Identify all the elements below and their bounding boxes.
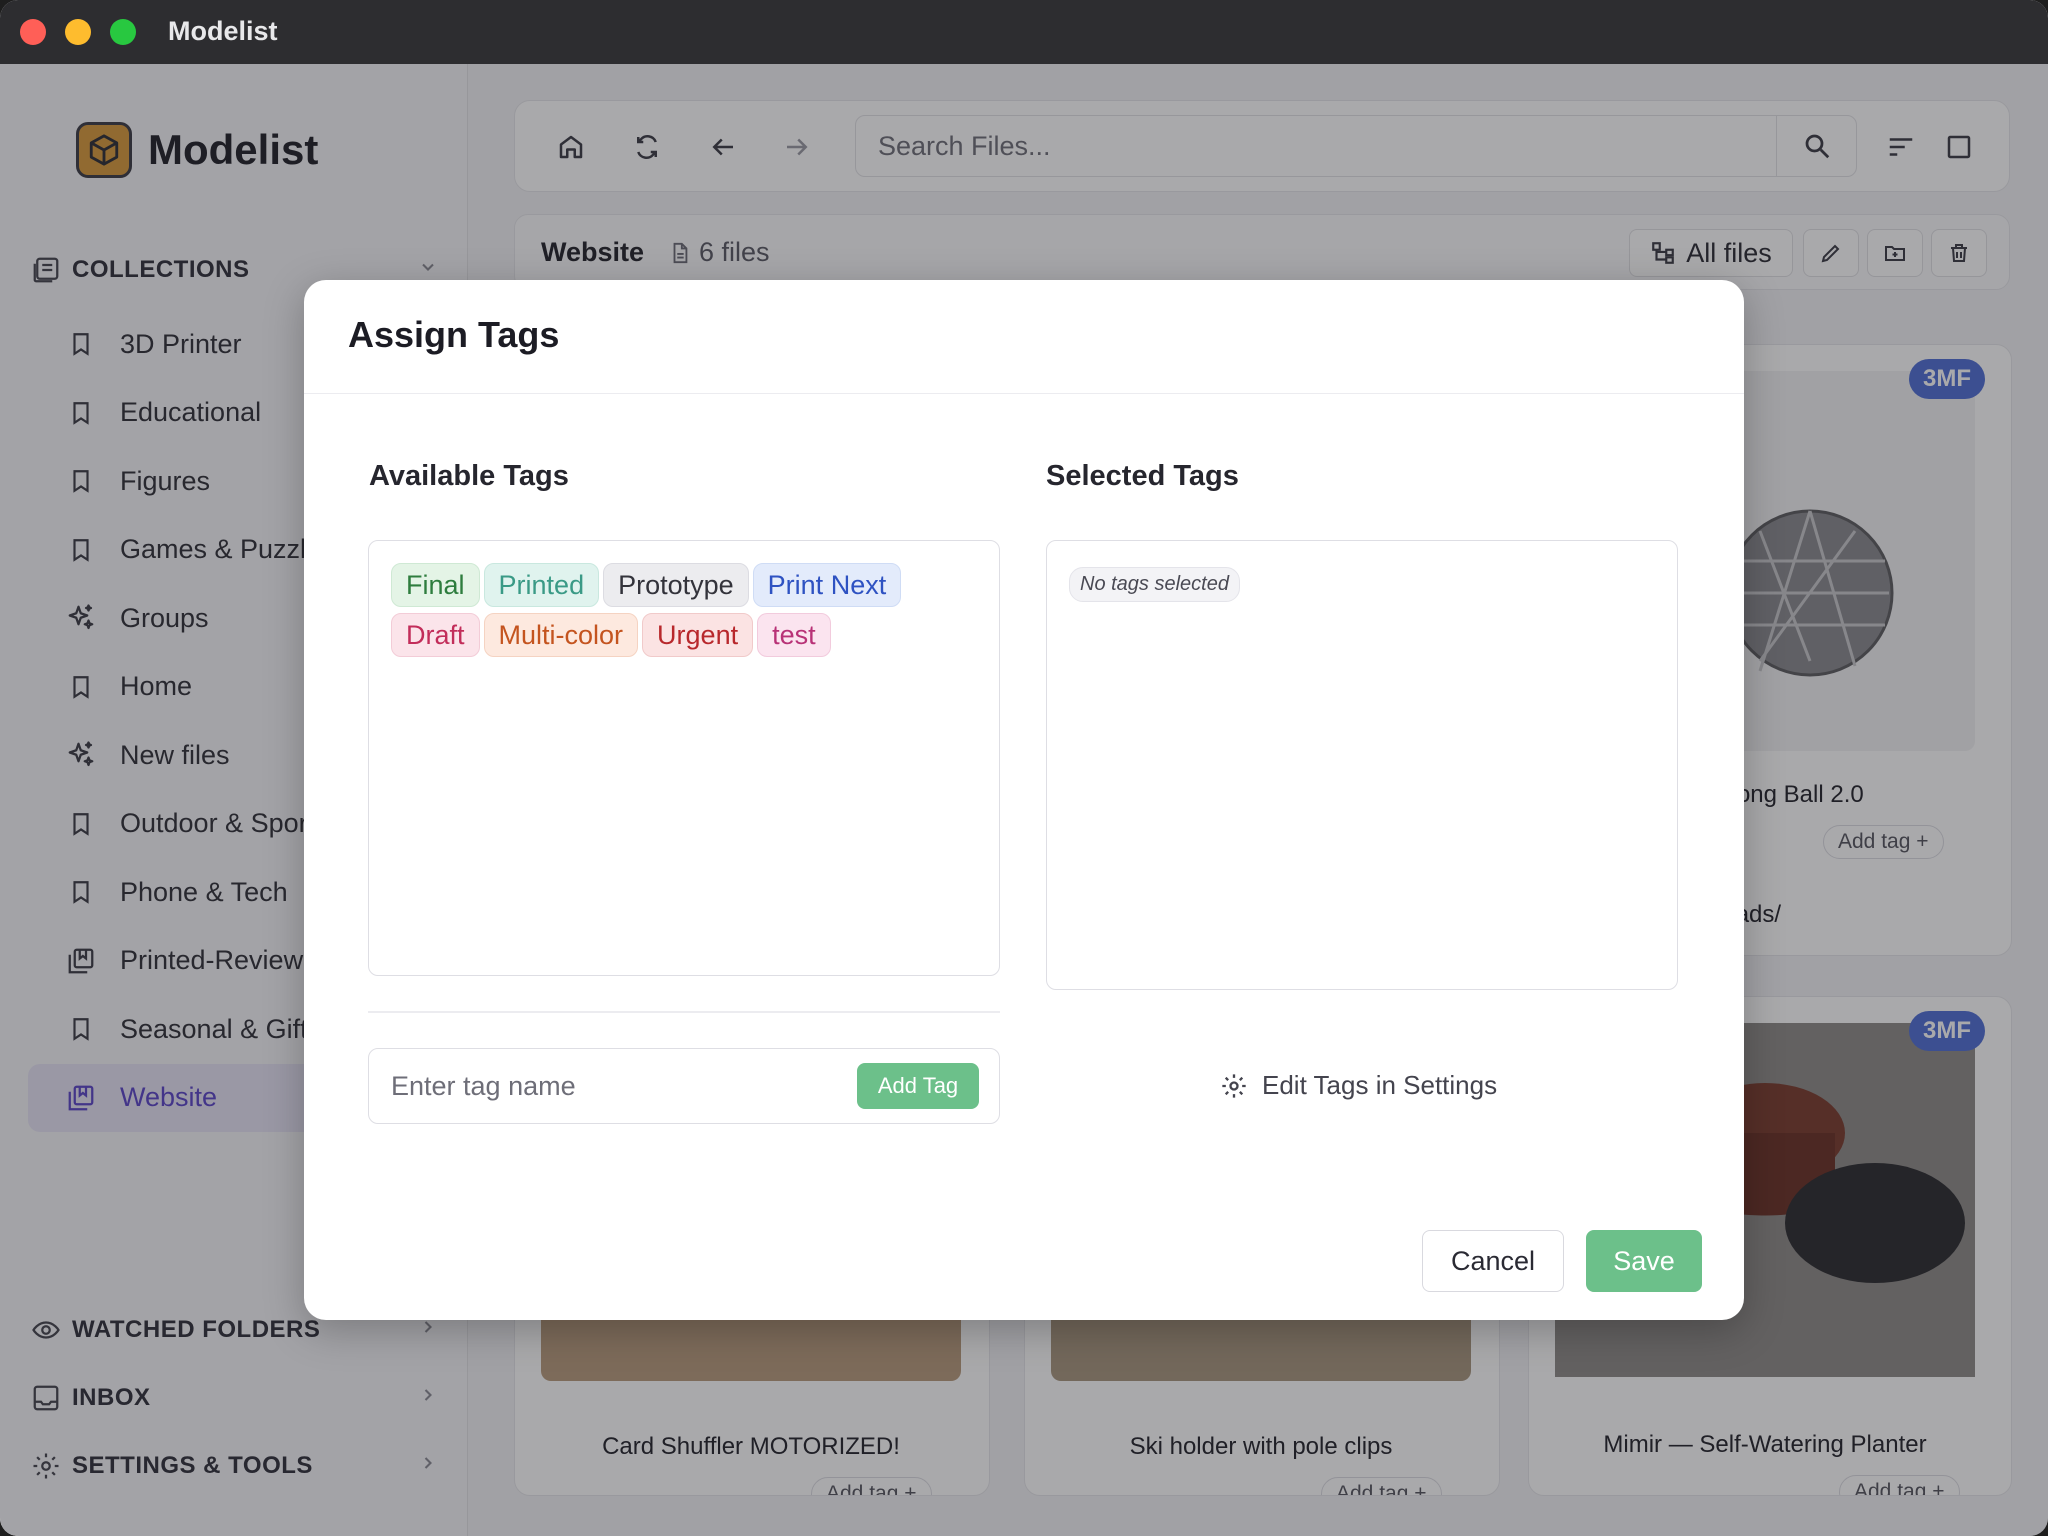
- edit-tags-label: Edit Tags in Settings: [1262, 1070, 1498, 1100]
- tag-chip-print-next[interactable]: Print Next: [752, 563, 902, 607]
- gear-icon: [1220, 1072, 1248, 1100]
- tag-chip-test[interactable]: test: [757, 613, 831, 657]
- tag-chip-draft[interactable]: Draft: [391, 613, 480, 657]
- title-bar: Modelist: [0, 0, 2048, 64]
- window-title: Modelist: [168, 16, 278, 46]
- save-button[interactable]: Save: [1586, 1230, 1702, 1292]
- tag-chip-multi-color[interactable]: Multi-color: [483, 613, 639, 657]
- no-tags-placeholder: No tags selected: [1069, 567, 1240, 602]
- edit-tags-in-settings-link[interactable]: Edit Tags in Settings: [1220, 1070, 1497, 1101]
- tag-chip-final[interactable]: Final: [391, 563, 480, 607]
- selected-tags-box: No tags selected: [1046, 540, 1678, 990]
- minimize-window-button[interactable]: [65, 19, 91, 45]
- available-tags-title: Available Tags: [369, 460, 569, 492]
- app-window: Modelist Modelist COLLECTIONS 3D Printer: [0, 0, 2048, 1536]
- new-tag-form: Add Tag: [368, 1048, 1000, 1124]
- dialog-header: Assign Tags: [304, 280, 1744, 394]
- tag-chip-urgent[interactable]: Urgent: [642, 613, 754, 657]
- selected-tags-title: Selected Tags: [1046, 460, 1239, 492]
- tag-name-input[interactable]: [369, 1049, 849, 1123]
- tag-chip-printed[interactable]: Printed: [483, 563, 600, 607]
- close-window-button[interactable]: [20, 19, 46, 45]
- add-tag-button[interactable]: Add Tag: [857, 1063, 979, 1109]
- available-tags-list: Final Printed Prototype Print Next Draft Mult…: [391, 563, 981, 657]
- zoom-window-button[interactable]: [110, 19, 136, 45]
- divider: [368, 1011, 1000, 1013]
- dialog-title: Assign Tags: [348, 314, 560, 355]
- assign-tags-dialog: Assign Tags Available Tags Selected Tags…: [304, 280, 1744, 1320]
- tag-chip-prototype[interactable]: Prototype: [603, 563, 749, 607]
- available-tags-box: Final Printed Prototype Print Next Draft Mult…: [368, 540, 1000, 976]
- cancel-button[interactable]: Cancel: [1422, 1230, 1564, 1292]
